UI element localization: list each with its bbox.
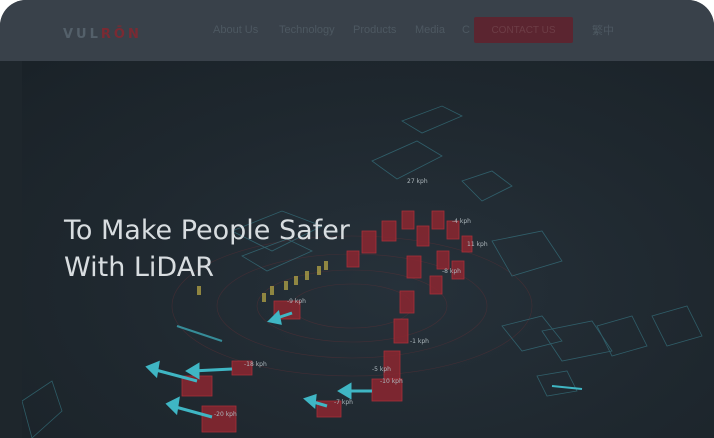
nav-technology[interactable]: Technology [279,24,335,36]
speed-label: 11 kph [467,241,488,248]
logo-text: VUL [63,27,101,42]
nav-products[interactable]: Products [353,24,396,36]
logo-accent-text: RŌN [100,27,142,42]
speed-label: -20 kph [214,411,237,418]
speed-label: -10 kph [380,378,403,385]
headline-line-2: With LiDAR [64,252,214,283]
browser-frame: VULRŌN About Us Technology Products Medi… [0,0,714,438]
headline-line-1: To Make People Safer [64,215,350,246]
hero-headline: To Make People Safer With LiDAR [64,212,350,286]
language-switch[interactable]: 繁中 [592,22,614,38]
brand-logo[interactable]: VULRŌN [63,27,142,42]
speed-label: 27 kph [407,178,428,185]
nav-about-us[interactable]: About Us [213,24,258,36]
contact-us-button[interactable]: CONTACT US [474,17,573,43]
speed-label: -5 kph [372,366,391,373]
speed-label: -8 kph [442,268,461,275]
nav-media[interactable]: Media [415,24,445,36]
speed-label: -1 kph [410,338,429,345]
speed-label: -4 kph [452,218,471,225]
nav-truncated[interactable]: C [462,24,470,36]
speed-label: -18 kph [244,361,267,368]
motion-arrows [145,309,583,419]
speed-label: -7 kph [334,399,353,406]
speed-label: -9 kph [287,298,306,305]
top-navbar: VULRŌN About Us Technology Products Medi… [0,0,714,61]
